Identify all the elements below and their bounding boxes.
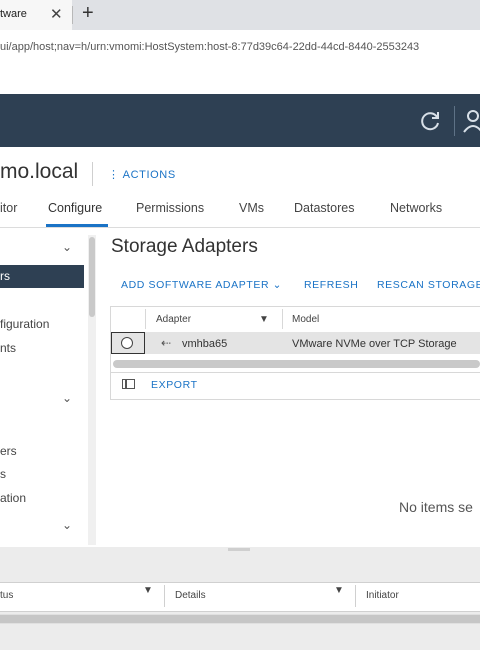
column-header-adapter[interactable]: Adapter [156,314,191,325]
nav-item-nts[interactable]: nts [0,341,16,355]
bottom-grid-header [0,582,480,612]
tab-close-icon[interactable]: ✕ [50,5,63,23]
row-radio[interactable] [121,337,133,349]
grid-footer-divider [111,372,480,373]
actions-button[interactable]: ⋮ ACTIONS [108,168,176,181]
column-header-initiator[interactable]: Initiator [366,590,399,601]
title-divider [92,162,93,186]
nav-item-selected[interactable] [0,265,84,288]
empty-state-text: No items se [399,499,473,515]
nav-item-s[interactable]: s [0,467,6,481]
nav-item-configuration[interactable]: figuration [0,317,49,331]
filter-icon[interactable]: ▼ [334,585,344,596]
model-cell: VMware NVMe over TCP Storage [292,338,457,350]
column-header-model[interactable]: Model [292,314,319,325]
browser-tab-title: tware [0,8,27,20]
export-icon[interactable] [122,379,135,389]
tab-vms[interactable]: VMs [239,201,264,215]
nav-item-storage-adapters[interactable]: rs [0,269,10,283]
panel-resize-handle[interactable] [228,548,250,551]
new-tab-icon[interactable]: + [82,2,94,25]
header-divider [454,106,455,136]
refresh-icon[interactable] [417,108,443,134]
filter-icon[interactable]: ▼ [143,585,153,596]
grid-horizontal-scrollbar[interactable] [113,360,480,368]
user-icon[interactable] [462,108,480,134]
filter-icon[interactable]: ▼ [259,314,269,325]
chevron-down-icon[interactable]: ⌄ [62,240,72,254]
rescan-storage-button[interactable]: RESCAN STORAGE [377,279,480,291]
chevron-down-icon[interactable]: ⌄ [62,391,72,405]
browser-content-gap [0,64,480,94]
actions-label: ACTIONS [122,169,176,181]
tab-networks[interactable]: Networks [390,201,442,215]
tab-configure[interactable]: Configure [48,201,102,215]
column-divider[interactable] [145,309,146,329]
nav-item-ers[interactable]: ers [0,444,17,458]
tab-datastores[interactable]: Datastores [294,201,354,215]
app-header [0,94,480,147]
adapter-cell: vmhba65 [182,338,228,350]
actions-menu-icon: ⋮ [108,169,120,181]
left-nav-scroll-thumb[interactable] [89,237,95,317]
column-header-status[interactable]: tus [0,590,13,601]
chevron-down-icon[interactable]: ⌄ [62,518,72,532]
nav-item-ation[interactable]: ation [0,491,26,505]
object-title: mo.local [0,160,79,183]
tabs-border [0,227,480,228]
column-divider[interactable] [164,585,165,607]
url-text[interactable]: ui/app/host;nav=h/urn:vmomi:HostSystem:h… [0,41,480,53]
tab-monitor[interactable]: itor [0,201,17,215]
column-header-details[interactable]: Details [175,590,206,601]
refresh-button[interactable]: REFRESH [304,279,358,291]
export-button[interactable]: EXPORT [151,379,198,391]
bottom-scroll-thumb[interactable] [0,615,480,623]
tab-divider [72,6,73,24]
adapter-arrow-icon: ⇠ [161,336,172,350]
column-divider[interactable] [355,585,356,607]
add-software-adapter-button[interactable]: ADD SOFTWARE ADAPTER ⌄ [121,279,282,291]
tab-permissions[interactable]: Permissions [136,201,204,215]
column-divider[interactable] [282,309,283,329]
page-title: Storage Adapters [111,236,258,257]
